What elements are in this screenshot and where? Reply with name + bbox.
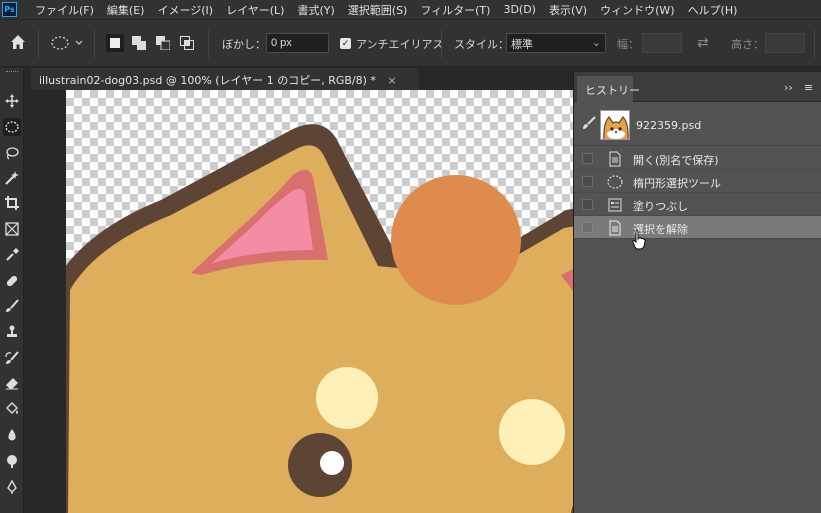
menu-type[interactable]: 書式(Y): [297, 2, 334, 18]
swap-dimensions-icon[interactable]: ⇄: [697, 35, 709, 51]
menu-image[interactable]: イメージ(I): [157, 2, 213, 18]
history-state-checkbox[interactable]: [582, 199, 593, 210]
history-snapshot[interactable]: 922359.psd: [574, 102, 821, 146]
menu-window[interactable]: ウィンドウ(W): [600, 2, 674, 18]
brush-icon[interactable]: [3, 297, 21, 315]
canvas-area[interactable]: [25, 90, 573, 513]
document-tabs: illustrain02-dog03.psd @ 100% (レイヤー 1 のコ…: [25, 68, 573, 90]
magic-wand-icon[interactable]: [3, 169, 21, 187]
close-icon[interactable]: ×: [387, 74, 396, 87]
snapshot-name: 922359.psd: [636, 119, 702, 132]
subtract-from-selection-icon[interactable]: [156, 36, 171, 51]
blur-icon[interactable]: [3, 426, 21, 444]
height-input[interactable]: [765, 33, 805, 53]
document-canvas[interactable]: [66, 90, 573, 513]
document-tab-title: illustrain02-dog03.psd @ 100% (レイヤー 1 のコ…: [39, 74, 376, 87]
history-panel-header: ヒストリー ›› ≡: [574, 72, 821, 102]
menu-edit[interactable]: 編集(E): [107, 2, 145, 18]
add-to-selection-icon[interactable]: [132, 36, 146, 50]
history-state[interactable]: 楕円形選択ツール: [574, 170, 821, 193]
antialias-checkbox[interactable]: ✓: [340, 38, 351, 49]
dodge-icon[interactable]: [3, 452, 21, 470]
move-icon[interactable]: [3, 92, 21, 110]
elliptical-marquee-icon[interactable]: [3, 118, 21, 136]
divider: [94, 30, 95, 58]
menu-3d[interactable]: 3D(D): [503, 3, 536, 16]
photoshop-logo-icon[interactable]: Ps: [2, 2, 17, 17]
menu-select[interactable]: 選択範囲(S): [348, 2, 408, 18]
history-state-label: 楕円形選択ツール: [633, 177, 721, 190]
healing-brush-icon[interactable]: [3, 272, 21, 290]
document-icon: [607, 220, 623, 236]
history-panel: ヒストリー ›› ≡ 922359.psd 開く(別名で保存) 楕円形選択ツール…: [573, 72, 821, 513]
history-state-checkbox[interactable]: [582, 222, 593, 233]
clone-stamp-icon[interactable]: [3, 323, 21, 341]
height-label: 高さ：: [731, 38, 764, 51]
paint-bucket-icon[interactable]: [3, 400, 21, 418]
antialias-label: アンチエイリアス: [356, 38, 444, 51]
eye-highlight: [320, 451, 344, 475]
lasso-icon[interactable]: [3, 144, 21, 162]
history-state-checkbox[interactable]: [582, 153, 593, 164]
filled-selection-circle: [391, 175, 521, 305]
feather-label: ぼかし：: [222, 38, 266, 51]
tab-history[interactable]: ヒストリー: [577, 76, 640, 102]
history-state-checkbox[interactable]: [582, 176, 593, 187]
history-brush-source-icon[interactable]: [582, 116, 596, 133]
ellipse-select-icon: [607, 174, 623, 190]
eyedropper-icon[interactable]: [3, 246, 21, 264]
history-state-selected[interactable]: 選択を解除: [574, 216, 821, 239]
collapse-panel-icon[interactable]: ››: [784, 81, 793, 94]
style-select[interactable]: 標準 ⌄: [506, 33, 606, 53]
intersect-selection-icon[interactable]: [180, 36, 194, 50]
eraser-icon[interactable]: [3, 375, 21, 393]
cheek-spot-right: [499, 399, 565, 465]
width-label: 幅：: [617, 38, 639, 51]
pen-icon[interactable]: [3, 478, 21, 496]
history-brush-icon[interactable]: [3, 349, 21, 367]
menu-bar: Ps ファイル(F) 編集(E) イメージ(I) レイヤー(L) 書式(Y) 選…: [0, 0, 821, 19]
tools-panel: [0, 68, 24, 513]
divider: [208, 30, 209, 58]
options-bar: ぼかし： ✓ アンチエイリアス スタイル： 標準 ⌄ 幅： ⇄ 高さ：: [0, 19, 821, 67]
chevron-down-icon: ⌄: [591, 36, 601, 49]
fill-icon: [607, 197, 623, 213]
toolbar-grip[interactable]: [6, 71, 18, 73]
snapshot-thumbnail: [600, 110, 630, 140]
menu-filter[interactable]: フィルター(T): [420, 2, 490, 18]
divider: [814, 30, 815, 58]
new-selection-icon[interactable]: [106, 34, 124, 52]
menu-help[interactable]: ヘルプ(H): [688, 2, 738, 18]
menu-layer[interactable]: レイヤー(L): [226, 2, 284, 18]
home-icon[interactable]: [8, 32, 28, 55]
history-state-label: 塗りつぶし: [633, 200, 689, 213]
cheek-spot-left: [316, 367, 378, 429]
menu-file[interactable]: ファイル(F): [35, 2, 94, 18]
document-tab[interactable]: illustrain02-dog03.psd @ 100% (レイヤー 1 のコ…: [31, 68, 419, 90]
crop-icon[interactable]: [3, 194, 21, 212]
dog-illustration: [66, 124, 573, 513]
divider: [38, 30, 39, 58]
feather-input[interactable]: [266, 33, 329, 53]
style-label: スタイル：: [454, 38, 509, 51]
frame-icon[interactable]: [3, 220, 21, 238]
panel-menu-icon[interactable]: ≡: [804, 81, 813, 94]
document-icon: [607, 151, 623, 167]
width-input[interactable]: [642, 33, 682, 53]
divider: [441, 30, 442, 58]
history-state[interactable]: 塗りつぶし: [574, 193, 821, 216]
style-select-value: 標準: [511, 38, 533, 51]
hand-cursor-icon: [632, 230, 646, 253]
elliptical-marquee-preset-icon[interactable]: [50, 34, 84, 55]
menu-view[interactable]: 表示(V): [549, 2, 587, 18]
history-state-label: 開く(別名で保存): [633, 154, 719, 167]
history-state[interactable]: 開く(別名で保存): [574, 147, 821, 170]
